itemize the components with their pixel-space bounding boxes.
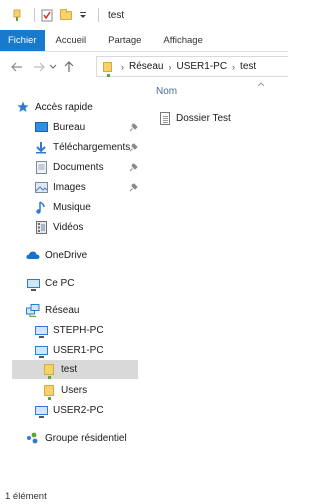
homegroup-icon [26,431,40,445]
toolbar-separator [34,8,35,22]
network-folder-icon [42,383,56,400]
customize-dropdown-icon[interactable] [78,8,88,22]
sidebar-item-ce-pc[interactable]: Ce PC [26,274,74,292]
sidebar-item-musique[interactable]: Musique [34,198,91,216]
ribbon-tabs: Fichier Accueil Partage Affichage [0,30,288,52]
sidebar-item-user2-pc[interactable]: USER2-PC [34,401,104,419]
sidebar-item-label: Accès rapide [35,101,93,113]
videos-icon [34,220,48,234]
sidebar-item-label: Documents [53,161,104,173]
navigation-pane: Accès rapide Bureau Téléchargements Docu… [0,92,140,484]
desktop-icon [34,120,48,134]
sidebar-item-label: Vidéos [53,221,84,233]
computer-icon [34,343,48,358]
breadcrumb-user1-pc[interactable]: USER1-PC [176,61,227,72]
sidebar-item-label: Ce PC [45,277,75,289]
sidebar-item-user1-pc[interactable]: USER1-PC [34,341,104,359]
address-bar[interactable]: › Réseau › USER1-PC › test [96,56,288,77]
window-title: test [108,9,125,21]
cloud-icon [26,248,40,262]
checkmark-document-icon[interactable] [40,8,54,22]
sidebar-item-bureau[interactable]: Bureau [34,118,85,136]
download-icon [34,140,48,154]
sidebar-item-label: Bureau [53,121,86,133]
tab-accueil[interactable]: Accueil [45,30,98,51]
sidebar-item-test[interactable]: test [12,360,138,379]
sidebar-item-users[interactable]: Users [42,381,88,400]
column-header-nom[interactable]: Nom [156,86,177,97]
sidebar-item-reseau[interactable]: Réseau [26,301,79,319]
breadcrumb-test[interactable]: test [240,61,256,72]
network-icon [26,303,40,317]
folder-icon[interactable] [59,8,73,22]
sidebar-item-label: Users [61,384,88,396]
network-folder-icon [101,60,113,77]
sidebar-item-acces-rapide[interactable]: Accès rapide [16,98,93,116]
sidebar-item-label: Téléchargements [53,141,131,153]
sidebar-item-label: OneDrive [45,249,88,261]
computer-icon [34,323,48,338]
tab-partage[interactable]: Partage [97,30,152,51]
sidebar-item-label: Groupe résidentiel [45,432,127,444]
sidebar-item-label: Images [53,181,86,193]
title-bar: test [0,0,288,30]
sidebar-item-onedrive[interactable]: OneDrive [26,246,87,264]
up-arrow-icon[interactable] [60,58,78,76]
sidebar-item-label: test [61,364,78,375]
forward-arrow-icon[interactable] [30,58,48,76]
sidebar-item-documents[interactable]: Documents [34,158,104,176]
properties-icon[interactable] [10,8,24,22]
status-item-count: 1 élément [5,491,47,502]
tab-affichage[interactable]: Affichage [152,30,213,51]
network-folder-icon [42,363,56,379]
images-icon [34,180,48,194]
sidebar-item-label: USER1-PC [53,344,104,356]
sidebar-item-label: Réseau [45,304,80,316]
sidebar-item-images[interactable]: Images [34,178,86,196]
sidebar-item-label: STEPH-PC [53,324,104,336]
recent-locations-chevron-icon[interactable] [48,58,58,76]
sort-ascending-icon[interactable] [257,80,265,89]
sidebar-item-videos[interactable]: Vidéos [34,218,83,236]
breadcrumb-chevron-icon[interactable]: › [121,62,124,72]
pin-icon[interactable] [128,162,138,172]
breadcrumb-chevron-icon[interactable]: › [168,62,171,72]
breadcrumb-chevron-icon[interactable]: › [232,62,235,72]
list-item[interactable]: Dossier Test [158,110,231,126]
computer-icon [34,403,48,418]
sidebar-item-label: USER2-PC [53,404,104,416]
documents-icon [34,160,48,174]
star-icon [16,100,30,114]
sidebar-item-steph-pc[interactable]: STEPH-PC [34,321,104,339]
toolbar-separator [98,8,99,22]
document-icon [158,111,171,125]
back-arrow-icon[interactable] [8,58,26,76]
music-icon [34,200,48,214]
pin-icon[interactable] [128,182,138,192]
pin-icon[interactable] [128,122,138,132]
computer-icon [26,276,40,291]
sidebar-item-groupe-residentiel[interactable]: Groupe résidentiel [26,429,127,447]
tab-fichier[interactable]: Fichier [0,30,45,51]
navigation-bar: › Réseau › USER1-PC › test [0,54,288,80]
sidebar-item-label: Musique [53,201,91,213]
breadcrumb-reseau[interactable]: Réseau [129,61,163,72]
file-name: Dossier Test [176,112,231,124]
pin-icon[interactable] [128,142,138,152]
sidebar-item-telechargements[interactable]: Téléchargements [34,138,130,156]
